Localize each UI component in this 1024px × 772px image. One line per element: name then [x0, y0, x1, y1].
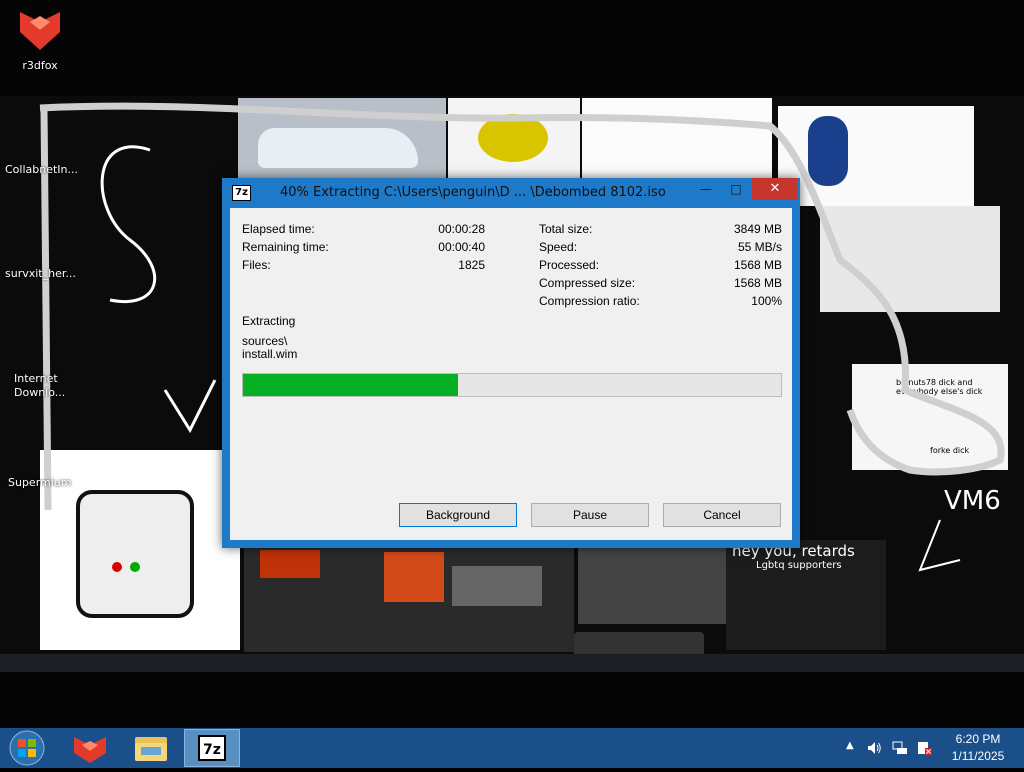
remaining-time-label: Remaining time:: [242, 240, 329, 254]
r3dfox-icon: [74, 737, 106, 763]
7zip-icon: 7z: [232, 185, 251, 201]
processed-value: 1568 MB: [733, 258, 782, 272]
taskbar-item-7zip[interactable]: 7z: [184, 729, 240, 767]
minimize-button[interactable]: —: [692, 178, 720, 200]
compressed-size-label: Compressed size:: [539, 276, 636, 290]
files-label: Files:: [242, 258, 271, 272]
speed-value: 55 MB/s: [737, 240, 782, 254]
start-button[interactable]: [0, 728, 54, 768]
show-hidden-icons-button[interactable]: ▲: [846, 740, 854, 751]
compression-ratio-value: 100%: [751, 294, 782, 308]
taskbar-item-file-explorer[interactable]: [123, 729, 179, 767]
desktop-icon-collabnet[interactable]: CollabnetIn...: [5, 163, 78, 176]
desktop-icon-survxit[interactable]: survxit_her...: [5, 267, 76, 280]
desktop-icon-r3dfox[interactable]: r3dfox: [8, 8, 72, 72]
total-size-value: 3849 MB: [733, 222, 782, 236]
files-value: 1825: [458, 258, 485, 272]
clock-time: 6:20 PM: [955, 732, 1001, 746]
clock-date: 1/11/2025: [951, 749, 1005, 763]
status-text: Extracting: [242, 314, 296, 328]
speed-label: Speed:: [539, 240, 578, 254]
dialog-titlebar[interactable]: 7z 40% Extracting C:\Users\penguin\D ...…: [222, 178, 800, 208]
wallpaper-taskbar: [0, 654, 1024, 672]
maximize-button[interactable]: □: [722, 178, 750, 200]
current-path-file: install.wim: [242, 347, 298, 361]
compression-ratio-label: Compression ratio:: [539, 294, 640, 308]
extraction-progress-bar: [242, 373, 782, 397]
elapsed-time-value: 00:00:28: [438, 222, 485, 236]
wallpaper-vm6-text: VM6: [944, 486, 1001, 516]
pause-button[interactable]: Pause: [531, 503, 649, 527]
current-path-folder: sources\: [242, 334, 288, 348]
background-button[interactable]: Background: [399, 503, 517, 527]
desktop-icon-supermium[interactable]: Supermium: [8, 476, 72, 489]
processed-label: Processed:: [539, 258, 600, 272]
windows-logo-icon: [9, 730, 45, 766]
clock[interactable]: 6:20 PM 1/11/2025: [938, 731, 1018, 765]
folder-icon: [135, 737, 167, 761]
desktop-icon-label: r3dfox: [22, 59, 58, 72]
remaining-time-value: 00:00:40: [438, 240, 485, 254]
desktop-icon-idm[interactable]: Internet Downlo...: [14, 372, 74, 400]
network-icon[interactable]: [892, 740, 908, 756]
r3dfox-icon: [20, 12, 60, 50]
taskbar: 7z ▲ 6:20 PM 1/11/2025: [0, 728, 1024, 768]
progress-fill: [243, 374, 459, 396]
action-center-icon[interactable]: [916, 740, 932, 756]
close-button[interactable]: ✕: [752, 178, 798, 200]
svg-text:7z: 7z: [203, 742, 221, 758]
taskbar-item-r3dfox[interactable]: [62, 729, 118, 767]
dialog-body: Elapsed time: 00:00:28 Remaining time: 0…: [230, 208, 792, 540]
compressed-size-value: 1568 MB: [733, 276, 782, 290]
elapsed-time-label: Elapsed time:: [242, 222, 315, 236]
7zip-icon: 7z: [198, 735, 226, 761]
extract-progress-dialog: 7z 40% Extracting C:\Users\penguin\D ...…: [222, 178, 800, 548]
cancel-button[interactable]: Cancel: [663, 503, 781, 527]
dialog-title: 40% Extracting C:\Users\penguin\D ... \D…: [280, 185, 666, 200]
volume-icon[interactable]: [866, 740, 882, 756]
total-size-label: Total size:: [539, 222, 593, 236]
